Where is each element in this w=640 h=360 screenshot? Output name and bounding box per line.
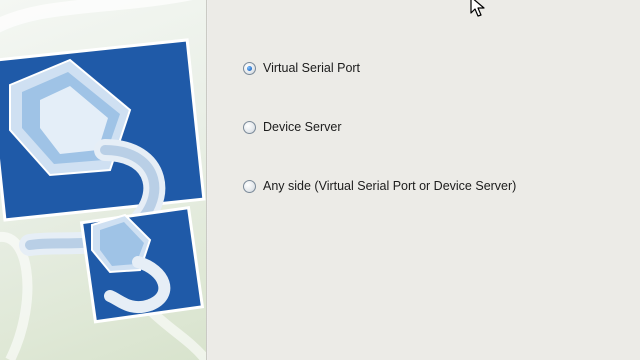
network-cable-icon <box>0 0 206 360</box>
radio-button-selected[interactable] <box>243 61 256 75</box>
wizard-content: Virtual Serial Port Device Server Any si… <box>208 0 640 360</box>
option-device-server[interactable]: Device Server <box>243 120 342 134</box>
radio-button[interactable] <box>243 179 256 193</box>
option-label: Virtual Serial Port <box>263 61 361 75</box>
option-virtual-serial-port[interactable]: Virtual Serial Port <box>243 61 360 75</box>
option-label: Any side (Virtual Serial Port or Device … <box>263 179 517 193</box>
wizard-banner <box>0 0 206 360</box>
radio-button[interactable] <box>243 120 256 134</box>
option-label: Device Server <box>263 120 342 134</box>
mouse-cursor-icon <box>470 0 485 17</box>
option-any-side[interactable]: Any side (Virtual Serial Port or Device … <box>243 179 516 193</box>
